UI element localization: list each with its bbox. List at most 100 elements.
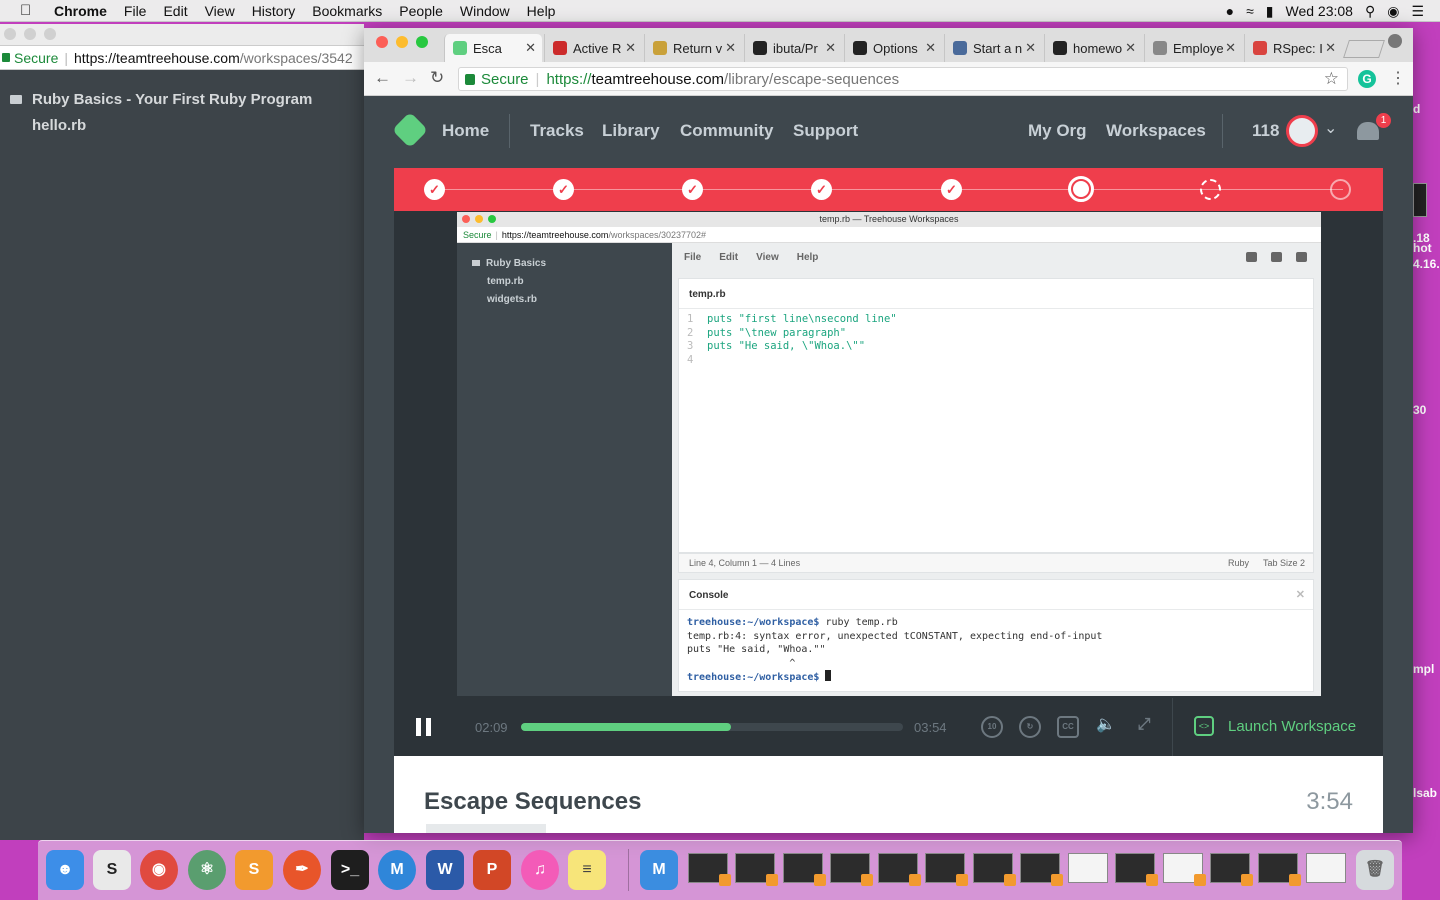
nav-support[interactable]: Support bbox=[793, 121, 858, 141]
bg-zoom-dot[interactable] bbox=[44, 28, 56, 40]
chrome-menu-icon[interactable]: ⋮ bbox=[1390, 68, 1406, 88]
bg-close-dot[interactable] bbox=[4, 28, 16, 40]
menu-help[interactable]: Help bbox=[527, 3, 556, 19]
notification-center-icon[interactable]: ☰ bbox=[1411, 3, 1424, 20]
markdown-app-icon[interactable]: M bbox=[378, 850, 416, 890]
tab-close-icon[interactable]: ✕ bbox=[1225, 40, 1236, 56]
minimized-window-thumb[interactable] bbox=[830, 853, 873, 886]
launch-workspace-button[interactable]: <> Launch Workspace bbox=[1194, 716, 1356, 736]
new-tab-button[interactable] bbox=[1343, 40, 1385, 58]
desktop-screenshot-thumb[interactable] bbox=[1413, 183, 1427, 217]
atom-icon[interactable]: ⚛ bbox=[188, 850, 226, 890]
elephant-icon[interactable]: ● bbox=[1226, 3, 1234, 19]
wifi-icon[interactable]: ≈ bbox=[1246, 3, 1254, 19]
markdown-document-icon[interactable]: M bbox=[640, 850, 678, 890]
nav-tracks[interactable]: Tracks bbox=[530, 121, 584, 141]
minimized-window-thumb[interactable] bbox=[1068, 853, 1108, 883]
browser-tab[interactable]: Employe ✕ bbox=[1144, 34, 1242, 62]
tab-close-icon[interactable]: ✕ bbox=[825, 40, 836, 56]
apple-icon[interactable]:  bbox=[20, 2, 40, 19]
chevron-down-icon[interactable]: ⌄ bbox=[1324, 118, 1337, 138]
video-player[interactable]: temp.rb — Treehouse Workspaces Secure | ht… bbox=[394, 211, 1383, 698]
fullscreen-icon[interactable]: ⤢ bbox=[1133, 716, 1155, 738]
nav-library[interactable]: Library bbox=[602, 121, 660, 141]
browser-tab[interactable]: ibuta/Pr ✕ bbox=[744, 34, 842, 62]
profile-icon[interactable] bbox=[1388, 34, 1402, 48]
bg-minimize-dot[interactable] bbox=[24, 28, 36, 40]
grammarly-extension-icon[interactable]: G bbox=[1358, 70, 1376, 88]
video-scrubber[interactable] bbox=[521, 723, 903, 731]
menu-bookmarks[interactable]: Bookmarks bbox=[312, 3, 382, 19]
step-current[interactable] bbox=[1068, 176, 1094, 202]
browser-tab[interactable]: Active R ✕ bbox=[544, 34, 642, 62]
bg-tree-folder[interactable]: Ruby Basics - Your First Ruby Program bbox=[10, 86, 364, 112]
step-complete-check-icon[interactable]: ✓ bbox=[811, 179, 832, 200]
minimized-window-thumb[interactable] bbox=[783, 853, 826, 886]
terminal-icon[interactable]: >_ bbox=[331, 850, 369, 890]
bell-icon[interactable] bbox=[1357, 122, 1379, 140]
forward-arrow-icon[interactable]: → bbox=[402, 68, 419, 88]
tab-close-icon[interactable]: ✕ bbox=[1025, 40, 1036, 56]
tab-close-icon[interactable]: ✕ bbox=[725, 40, 736, 56]
step-quiz-icon[interactable] bbox=[1330, 179, 1351, 200]
browser-tab[interactable]: homewo ✕ bbox=[1044, 34, 1142, 62]
rewind-10-icon[interactable]: 10 bbox=[981, 716, 1003, 738]
trash-icon[interactable]: 🗑 bbox=[1356, 850, 1394, 890]
minimized-window-thumb[interactable] bbox=[1258, 853, 1301, 886]
treehouse-logo-icon[interactable] bbox=[391, 111, 429, 149]
menu-people[interactable]: People bbox=[399, 3, 443, 19]
feather-app-icon[interactable]: ✒ bbox=[283, 850, 321, 890]
points-count[interactable]: 118 bbox=[1252, 121, 1279, 141]
itunes-icon[interactable]: ♫ bbox=[521, 850, 559, 890]
menu-history[interactable]: History bbox=[252, 3, 296, 19]
volume-icon[interactable]: 🔈 bbox=[1095, 716, 1117, 738]
minimized-window-thumb[interactable] bbox=[1306, 853, 1346, 883]
tab-close-icon[interactable]: ✕ bbox=[925, 40, 936, 56]
bg-address-bar[interactable]: Secure | https://teamtreehouse.com/works… bbox=[0, 46, 364, 70]
menu-file[interactable]: File bbox=[124, 3, 147, 19]
playback-speed-icon[interactable]: ↻ bbox=[1019, 716, 1041, 738]
spotlight-search-icon[interactable]: ⚲ bbox=[1365, 3, 1375, 20]
browser-tab[interactable]: Start a n ✕ bbox=[944, 34, 1042, 62]
battery-icon[interactable]: ▮ bbox=[1266, 3, 1274, 20]
menu-edit[interactable]: Edit bbox=[163, 3, 187, 19]
tab-close-icon[interactable]: ✕ bbox=[1125, 40, 1136, 56]
step-complete-check-icon[interactable]: ✓ bbox=[682, 179, 703, 200]
sublime-text-icon[interactable]: S bbox=[235, 850, 273, 890]
step-complete-check-icon[interactable]: ✓ bbox=[553, 179, 574, 200]
close-window-button[interactable] bbox=[376, 36, 388, 48]
menu-app-name[interactable]: Chrome bbox=[54, 3, 107, 19]
minimized-window-thumb[interactable] bbox=[735, 853, 778, 886]
powerpoint-icon[interactable]: P bbox=[473, 850, 511, 890]
browser-tab[interactable]: Options ✕ bbox=[844, 34, 942, 62]
minimized-window-thumb[interactable] bbox=[1020, 853, 1063, 886]
back-arrow-icon[interactable]: ← bbox=[374, 68, 391, 88]
zoom-window-button[interactable] bbox=[416, 36, 428, 48]
nav-home[interactable]: Home bbox=[442, 121, 489, 141]
bg-tree-file[interactable]: hello.rb bbox=[10, 112, 364, 138]
tab-close-icon[interactable]: ✕ bbox=[1325, 40, 1336, 56]
browser-tab[interactable]: Return v ✕ bbox=[644, 34, 742, 62]
step-complete-check-icon[interactable]: ✓ bbox=[424, 179, 445, 200]
nav-my-org[interactable]: My Org bbox=[1028, 121, 1087, 141]
minimized-window-thumb[interactable] bbox=[688, 853, 731, 886]
notes-icon[interactable]: ≡ bbox=[568, 850, 606, 890]
chrome-icon[interactable]: ◉ bbox=[140, 850, 178, 890]
nav-workspaces[interactable]: Workspaces bbox=[1106, 121, 1206, 141]
slack-icon[interactable]: S bbox=[93, 850, 131, 890]
minimized-window-thumb[interactable] bbox=[973, 853, 1016, 886]
browser-tab[interactable]: RSpec: I ✕ bbox=[1244, 34, 1342, 62]
minimized-window-thumb[interactable] bbox=[1163, 853, 1206, 886]
omnibox[interactable]: Secure | https://teamtreehouse.com/libra… bbox=[458, 67, 1348, 91]
siri-icon[interactable]: ◉ bbox=[1387, 3, 1399, 20]
bookmark-star-icon[interactable]: ☆ bbox=[1324, 69, 1339, 89]
nav-community[interactable]: Community bbox=[680, 121, 774, 141]
pause-button[interactable] bbox=[416, 718, 432, 736]
minimized-window-thumb[interactable] bbox=[1210, 853, 1253, 886]
menu-window[interactable]: Window bbox=[460, 3, 510, 19]
tab-close-icon[interactable]: ✕ bbox=[625, 40, 636, 56]
minimized-window-thumb[interactable] bbox=[878, 853, 921, 886]
word-icon[interactable]: W bbox=[426, 850, 464, 890]
tab-close-icon[interactable]: ✕ bbox=[525, 40, 536, 56]
step-workspace-icon[interactable] bbox=[1200, 179, 1221, 200]
